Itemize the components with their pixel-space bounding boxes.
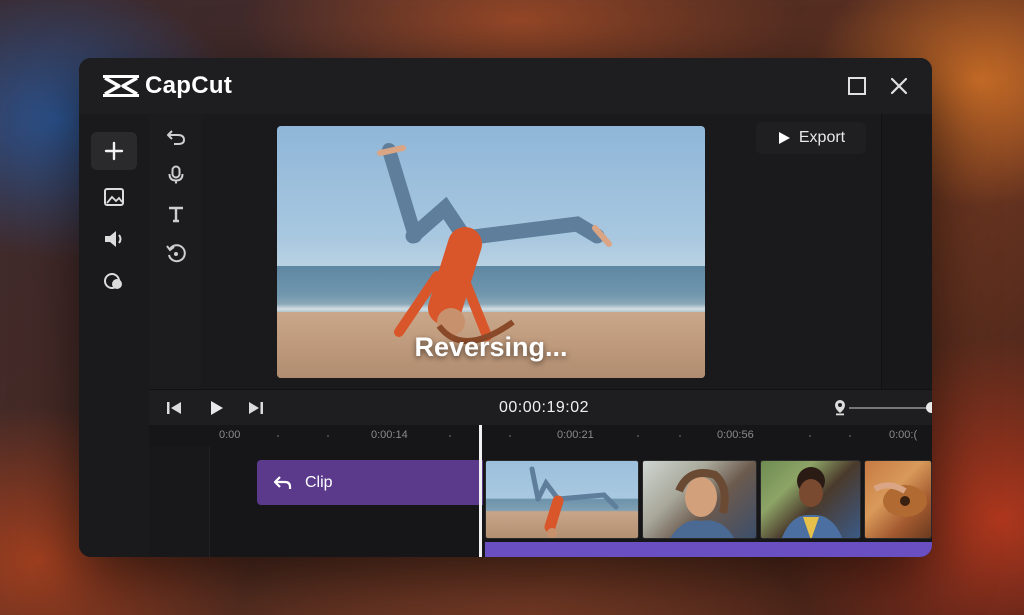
- ruler-label: 0:00:56: [717, 429, 754, 441]
- clip-thumbnail-woman-2[interactable]: [760, 460, 861, 539]
- effects-icon: [104, 273, 122, 289]
- undo-icon: [167, 130, 186, 145]
- audio-track[interactable]: [485, 542, 932, 557]
- play-button-icon[interactable]: [207, 399, 225, 417]
- zoom-slider-track[interactable]: [849, 407, 932, 409]
- voiceover-button[interactable]: [163, 162, 189, 188]
- video-preview: Reversing...: [277, 126, 705, 378]
- text-button[interactable]: [163, 201, 189, 227]
- reverse-arrow-icon: [273, 475, 292, 489]
- export-button[interactable]: Export: [756, 122, 866, 154]
- maximize-icon[interactable]: [845, 74, 869, 98]
- right-panel: [881, 114, 932, 389]
- track-header: [149, 447, 210, 557]
- audio-button[interactable]: [91, 220, 137, 258]
- capcut-logo-icon: [103, 75, 139, 97]
- clip-thumbnail-guitar[interactable]: [864, 460, 932, 539]
- reverse-button[interactable]: [163, 240, 189, 266]
- plus-icon: [104, 141, 124, 161]
- timecode-display: 00:00:19:02: [499, 399, 590, 416]
- play-icon: [778, 132, 790, 144]
- marker-icon[interactable]: [831, 398, 849, 416]
- zoom-slider-handle[interactable]: [926, 402, 932, 413]
- ruler-label: 0:00:14: [371, 429, 408, 441]
- microphone-icon: [168, 165, 184, 184]
- export-label: Export: [798, 129, 846, 146]
- close-icon[interactable]: [887, 74, 911, 98]
- ruler-label: 0:00: [219, 429, 241, 441]
- clip-segment[interactable]: Clip: [257, 460, 483, 505]
- ruler-label: 0:00:21: [557, 429, 594, 441]
- effects-button[interactable]: [91, 262, 137, 300]
- app-title: CapCut: [145, 72, 233, 99]
- timeline-ruler: 0:00 0:00:14 0:00:21 0:00:56 0:00:(: [149, 425, 932, 447]
- title-bar: CapCut: [79, 58, 932, 115]
- text-icon: [169, 206, 183, 223]
- add-button[interactable]: [91, 132, 137, 170]
- media-button[interactable]: [91, 178, 137, 216]
- playback-controls: 00:00:19:02: [149, 389, 932, 426]
- capcut-window: CapCut Reversing... Export 00:00:19:02 0…: [79, 58, 932, 557]
- image-icon: [104, 188, 124, 206]
- playhead[interactable]: [479, 425, 482, 557]
- clip-thumbnail-woman-1[interactable]: [642, 460, 757, 539]
- speaker-icon: [105, 231, 122, 247]
- reversing-status: Reversing...: [414, 332, 568, 362]
- reverse-icon: [166, 244, 186, 263]
- skip-forward-icon[interactable]: [247, 399, 265, 417]
- clip-thumbnail-cartwheel[interactable]: [485, 460, 639, 539]
- ruler-label: 0:00:(: [889, 429, 918, 441]
- undo-button[interactable]: [163, 124, 189, 150]
- clip-label: Clip: [305, 473, 333, 491]
- preview-area: Reversing...: [201, 114, 881, 389]
- tool-column: [149, 114, 201, 389]
- skip-back-icon[interactable]: [165, 399, 183, 417]
- timeline: 0:00 0:00:14 0:00:21 0:00:56 0:00:( Clip: [149, 425, 932, 557]
- left-rail: [79, 114, 150, 557]
